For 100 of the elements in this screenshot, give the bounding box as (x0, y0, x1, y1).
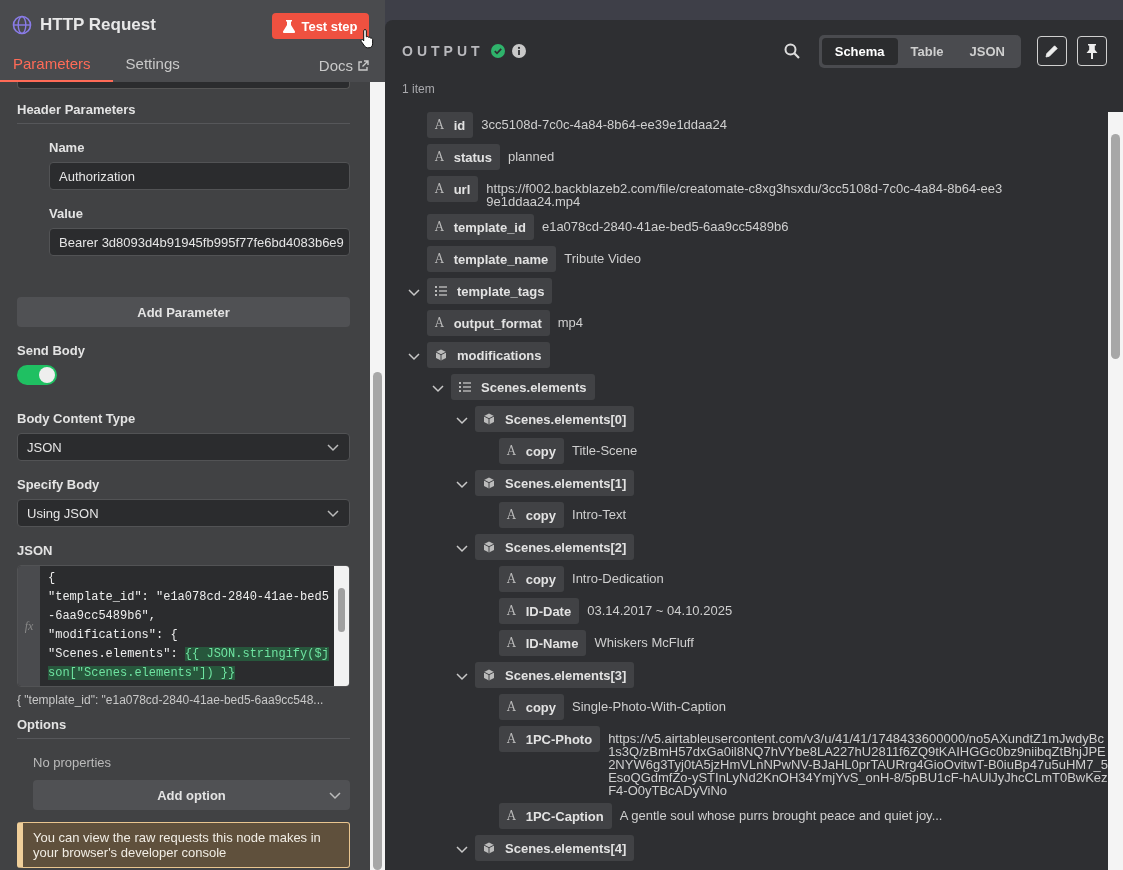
field-value: 03.14.2017 ~ 04.10.2025 (587, 602, 733, 617)
view-tab[interactable]: Table (897, 37, 957, 65)
cube-icon (483, 842, 495, 854)
string-type-icon: A (435, 150, 444, 164)
select-field[interactable]: Using JSON (17, 499, 350, 527)
cube-icon (483, 413, 495, 425)
external-link-icon (357, 59, 369, 72)
field-key-tag[interactable]: A ID-Name (499, 630, 587, 656)
string-type-icon: A (435, 182, 444, 196)
test-step-button[interactable]: Test step (272, 13, 369, 39)
field-key-tag[interactable]: A copy (499, 566, 564, 592)
scrollbar[interactable] (370, 82, 385, 870)
toggle-switch[interactable] (17, 365, 57, 385)
field-value: mp4 (557, 314, 584, 329)
empty-message: No properties (32, 754, 113, 772)
input-field[interactable] (17, 82, 350, 89)
field-key-tag[interactable]: Scenes.elements[1] (475, 470, 635, 496)
field-key-tag[interactable]: A 1PC-Photo (499, 726, 601, 752)
search-icon[interactable] (783, 43, 800, 59)
field-key-tag[interactable]: A ID-Date (499, 598, 580, 624)
scrollbar[interactable] (1108, 112, 1123, 870)
string-type-icon: A (507, 809, 516, 823)
cube-icon (435, 349, 447, 361)
code-editor[interactable]: fx { "template_id": "e1a078cd-2840-41ae-bed5-6aa9cc5489b6", "modifications": { "Scenes.elements": {{ JSON.stringify($json["Scenes.elements"]) }} (17, 565, 350, 687)
string-type-icon: A (507, 572, 516, 586)
scrollbar[interactable] (334, 566, 349, 686)
field-key-tag[interactable]: A copy (499, 694, 564, 720)
code-line: "modifications": { (48, 627, 179, 644)
field-key-tag[interactable]: A output_format (427, 310, 550, 336)
field-value: A gentle soul whose purrs brought peace and quiet joy... (619, 807, 943, 822)
field-value: Intro-Dedication (572, 570, 664, 585)
string-type-icon: A (435, 316, 444, 330)
add-option-dropdown[interactable]: Add option (33, 780, 350, 810)
flask-icon (283, 19, 296, 33)
field-label: Specify Body (17, 477, 101, 492)
expression-preview: { "template_id": "e1a078cd-2840-41ae-bed5-6aa9cc548... (17, 693, 325, 707)
info-notice: You can view the raw requests this node makes in your browser's developer console (17, 822, 350, 868)
view-tab[interactable]: Schema (821, 37, 898, 65)
globe-icon (12, 15, 32, 35)
field-value: 3cc5108d-7c0c-4a84-8b64-ee39e1ddaa24 (481, 116, 727, 131)
field-key-tag[interactable]: modifications (427, 342, 550, 368)
field-value: https://f002.backblazeb2.com/file/creatomate-c8xg3hsxdu/3cc5108d-7c0c-4a84-8b64-ee39e1ddaa24.mp4 (486, 180, 1004, 208)
field-key-tag[interactable]: A id (427, 112, 474, 138)
add-parameter-button[interactable]: Add Parameter (17, 297, 350, 327)
item-count: 1 item (401, 82, 436, 98)
code-line: { (48, 570, 57, 587)
field-value: Title-Scene (572, 442, 638, 457)
cube-icon (483, 477, 495, 489)
field-key-tag[interactable]: Scenes.elements[4] (475, 835, 635, 861)
input-field[interactable]: Bearer 3d8093d4b91945fb995f77fe6bd4083b6e9 (49, 228, 350, 256)
string-type-icon: A (435, 252, 444, 266)
string-type-icon: A (507, 604, 516, 618)
field-value: Whiskers McFluff (594, 634, 694, 649)
field-key-tag[interactable]: A 1PC-Caption (499, 803, 612, 829)
pin-icon (1086, 43, 1098, 59)
string-type-icon: A (507, 444, 516, 458)
edit-button[interactable] (1037, 36, 1067, 66)
node-title: HTTP Request (40, 15, 157, 35)
field-key-tag[interactable]: A template_name (427, 246, 557, 272)
field-key-tag[interactable]: Scenes.elements[3] (475, 662, 635, 688)
field-key-tag[interactable]: A copy (499, 502, 564, 528)
field-label: Name (49, 140, 86, 155)
pointer-cursor-icon (360, 28, 376, 50)
field-key-tag[interactable]: A url (427, 176, 479, 202)
field-key-tag[interactable]: Scenes.elements (451, 374, 595, 400)
field-value: planned (507, 148, 555, 163)
field-key-tag[interactable]: Scenes.elements[0] (475, 406, 635, 432)
cube-icon (483, 541, 495, 553)
docs-link[interactable]: Docs (318, 57, 369, 82)
code-line: "template_id": "e1a078cd-2840-41ae-bed5-6aa9cc5489b6", (48, 589, 330, 625)
view-tab[interactable]: JSON (956, 37, 1018, 65)
field-label: JSON (17, 543, 54, 558)
section-title: Header Parameters (17, 89, 350, 124)
info-icon (511, 44, 526, 58)
field-key-tag[interactable]: A status (427, 144, 500, 170)
list-icon (459, 382, 471, 392)
list-icon (435, 286, 447, 296)
field-key-tag[interactable]: template_tags (427, 278, 553, 304)
field-key-tag[interactable]: A template_id (427, 214, 534, 240)
input-field[interactable]: Authorization (49, 162, 350, 190)
pencil-icon (1045, 44, 1059, 58)
field-value: https://v5.airtableusercontent.com/v3/u/41/41/1748433600000/no5AXundtZ1mJwdyBc1s3Q/zBmH57dxGa0il8NQ7hVYbe8LA227hU2811f6ZQ9tKAIHGGc0bz9niibqZtBhjJPE2NYW6g3Tyj0tA5jzHmVLnNPwNV-BJaHL0prTAURrg4GioOvitwT-B0iuBp47u5uHM7_5EsoQGdmfZo-ySTInLyNd2KnOH34YmjYvS_onH-8/5pBU1cF-hAUlJyJhcCLmT0BwKezF4-O0yTBcADyViNo (608, 730, 1108, 797)
cube-icon (483, 669, 495, 681)
string-type-icon: A (507, 700, 516, 714)
fx-label: fx (24, 618, 34, 634)
field-value: Tribute Video (564, 250, 641, 265)
field-key-tag[interactable]: A copy (499, 438, 564, 464)
success-check-icon (490, 44, 505, 58)
string-type-icon: A (507, 732, 516, 746)
string-type-icon: A (507, 508, 516, 522)
string-type-icon: A (435, 220, 444, 234)
string-type-icon: A (435, 118, 444, 132)
tab[interactable]: Settings (112, 55, 193, 82)
field-label: Send Body (17, 343, 86, 358)
select-field[interactable]: JSON (17, 433, 350, 461)
string-type-icon: A (507, 636, 516, 650)
pin-button[interactable] (1077, 36, 1107, 66)
field-label: Value (49, 206, 84, 221)
section-title: Options (17, 707, 350, 739)
field-key-tag[interactable]: Scenes.elements[2] (475, 534, 635, 560)
